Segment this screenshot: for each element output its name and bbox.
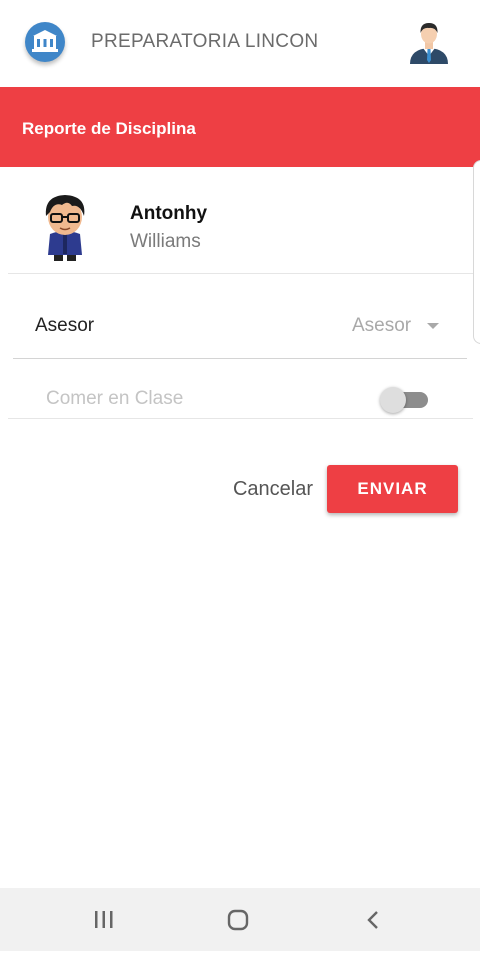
student-avatar-icon xyxy=(38,190,92,264)
back-icon[interactable] xyxy=(343,888,403,951)
scroll-edge-indicator xyxy=(473,160,480,344)
school-building-icon xyxy=(25,22,65,62)
user-avatar-icon[interactable] xyxy=(406,18,452,64)
app-title: PREPARATORIA LINCON xyxy=(91,31,319,52)
divider xyxy=(8,273,473,274)
behavior-label: Comer en Clase xyxy=(46,388,184,409)
student-first-name: Antonhy xyxy=(130,203,208,224)
home-icon[interactable] xyxy=(208,888,268,951)
app-bar: PREPARATORIA LINCON xyxy=(0,0,480,87)
asesor-select[interactable]: Asesor xyxy=(352,315,411,337)
page-title: Reporte de Disciplina xyxy=(22,119,196,138)
asesor-label: Asesor xyxy=(35,315,95,336)
cancel-button[interactable]: Cancelar xyxy=(228,468,318,510)
divider xyxy=(13,358,467,359)
toggle-thumb xyxy=(380,387,406,413)
caret-down-icon[interactable] xyxy=(427,323,439,329)
behavior-toggle[interactable] xyxy=(378,386,430,414)
divider xyxy=(8,418,473,419)
send-button[interactable]: ENVIAR xyxy=(327,465,458,513)
student-last-name: Williams xyxy=(130,231,201,252)
recents-icon[interactable] xyxy=(74,888,134,951)
system-nav-bar xyxy=(0,888,480,951)
